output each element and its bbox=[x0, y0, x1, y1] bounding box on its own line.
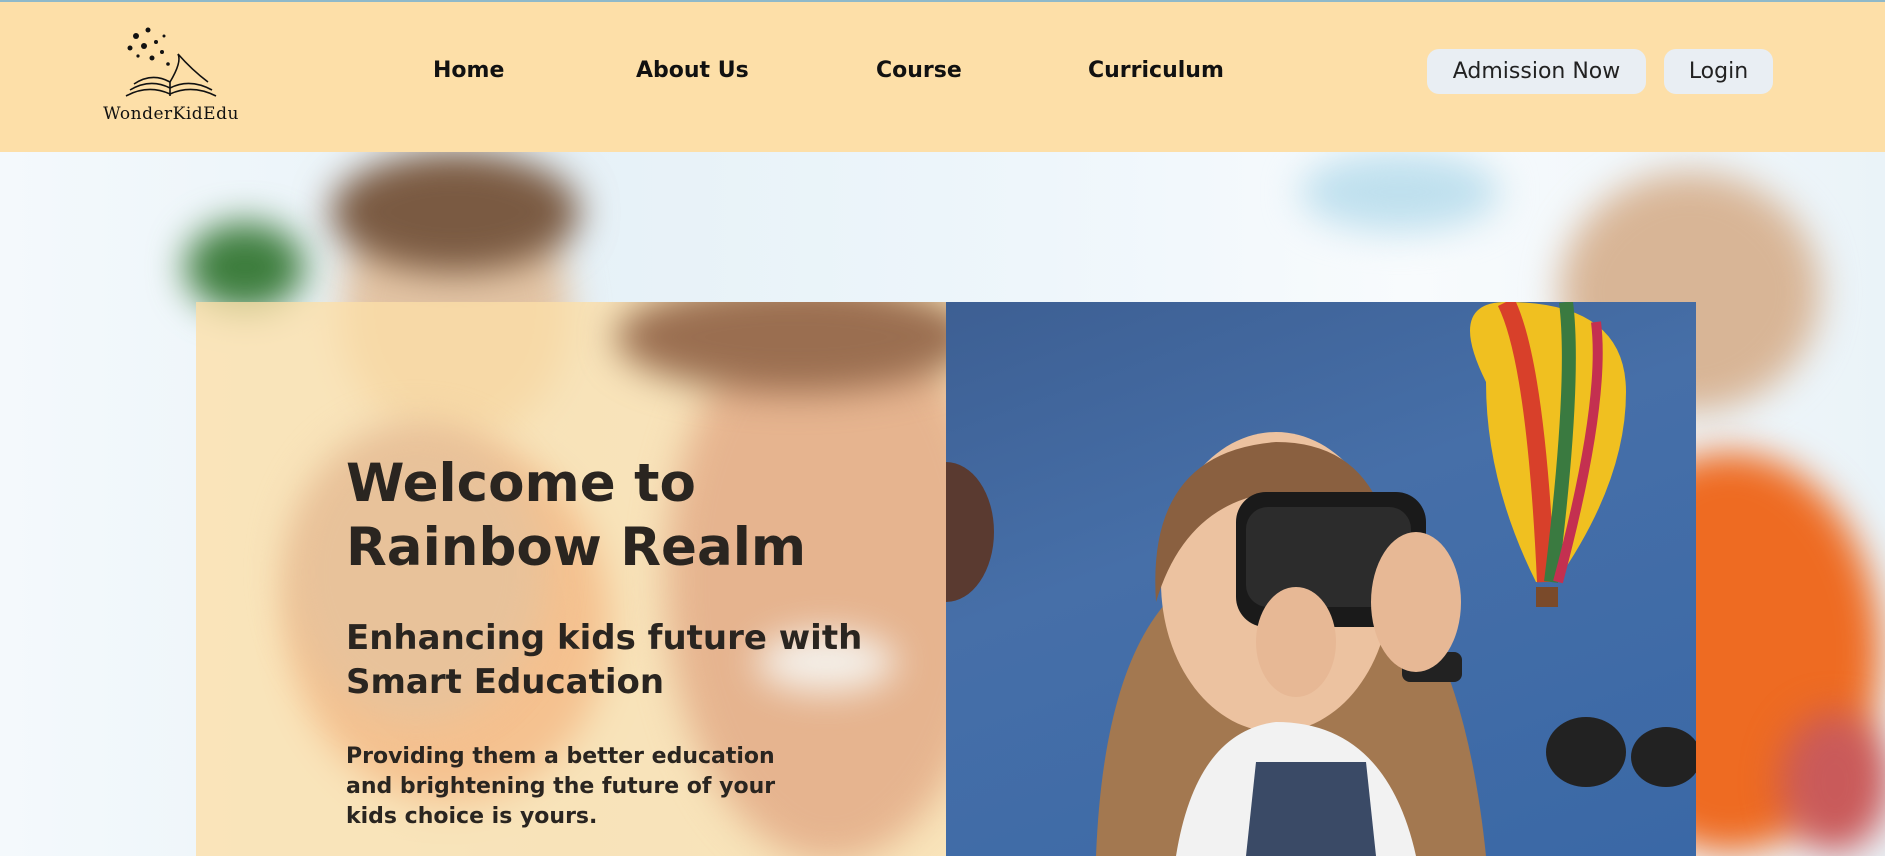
navbar: WonderKidEdu Home About Us Course Curric… bbox=[0, 2, 1885, 152]
open-book-sparkles-icon bbox=[125, 27, 217, 97]
nav-course-link[interactable]: Course bbox=[876, 58, 962, 83]
brand-name: WonderKidEdu bbox=[103, 104, 239, 124]
brand-logo[interactable]: WonderKidEdu bbox=[80, 24, 262, 128]
hero-text-panel: Welcome to Rainbow Realm Enhancing kids … bbox=[196, 302, 946, 856]
hero-vr-photo bbox=[946, 302, 1696, 856]
login-button[interactable]: Login bbox=[1664, 49, 1773, 94]
hot-air-balloon-icon bbox=[1470, 302, 1626, 607]
hero-title: Welcome to Rainbow Realm bbox=[346, 453, 807, 578]
nav-home-link[interactable]: Home bbox=[433, 58, 504, 83]
hero-description: Providing them a better education and br… bbox=[346, 744, 776, 829]
hero-subtitle: Enhancing kids future with Smart Educati… bbox=[346, 618, 863, 702]
nav-about-us-link[interactable]: About Us bbox=[636, 58, 749, 83]
vr-girl-illustration bbox=[946, 302, 1696, 856]
hero-section: Welcome to Rainbow Realm Enhancing kids … bbox=[0, 152, 1885, 856]
nav-curriculum-link[interactable]: Curriculum bbox=[1088, 58, 1224, 83]
admission-now-button[interactable]: Admission Now bbox=[1427, 49, 1646, 94]
